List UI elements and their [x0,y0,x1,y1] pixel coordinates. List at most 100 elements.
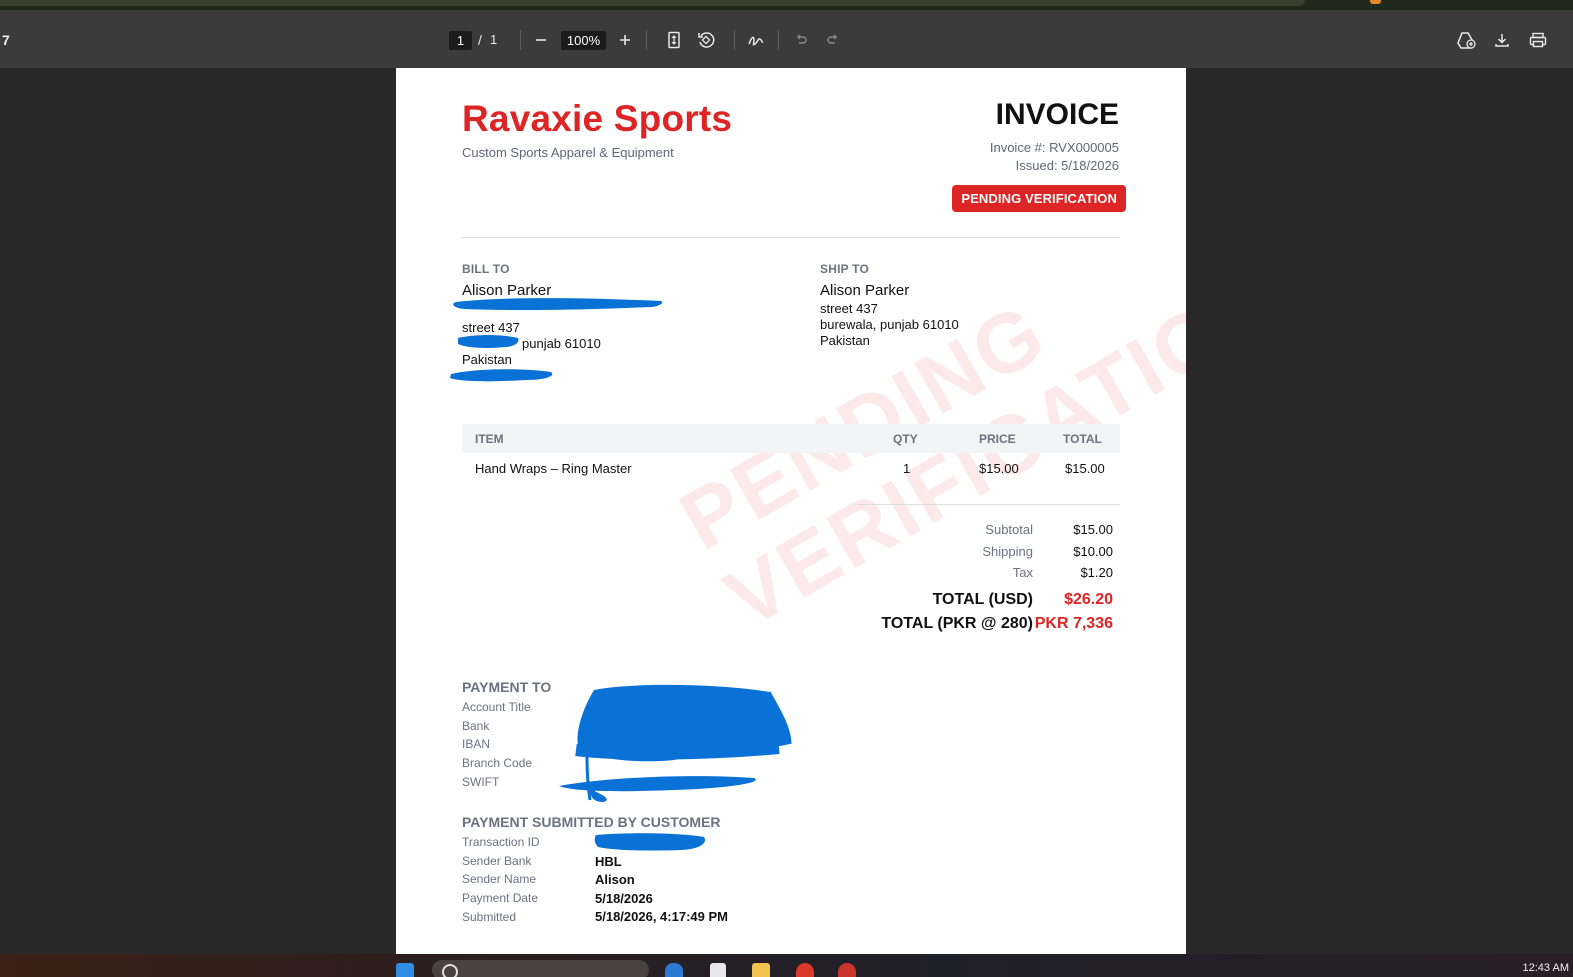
redo-button[interactable] [821,27,845,53]
submitted-value-payment-date: 5/18/2026 [595,891,653,906]
taskbar-clock: 12:43 AM [1522,962,1569,974]
zoom-out-button[interactable] [529,27,553,53]
invoice-title: INVOICE [995,98,1119,131]
bill-to-city: punjab 61010 [522,336,601,351]
col-header-price: PRICE [979,432,1016,446]
ship-to-label: SHIP TO [820,262,869,276]
tab-strip [0,0,1305,6]
draw-button[interactable] [744,27,768,53]
totals-divider [858,504,1120,505]
draw-icon [748,36,764,46]
print-button[interactable] [1526,27,1550,53]
add-to-drive-icon [1457,32,1476,49]
shipping-value: $10.00 [1073,544,1113,559]
invoice-issued-date: Issued: 5/18/2026 [1015,158,1119,173]
row-qty: 1 [903,461,911,476]
items-table-header: ITEM QTY PRICE TOTAL [462,424,1120,453]
total-pkr-value: PKR 7,336 [1034,615,1113,632]
submitted-value-sender-bank: HBL [595,854,622,869]
zoom-in-icon [620,35,630,45]
total-usd-value: $26.20 [1064,591,1113,608]
col-header-item: ITEM [475,432,504,446]
taskbar: 12:43 AM [0,954,1573,977]
ship-to-street: street 437 [820,301,878,316]
tax-value: $1.20 [1080,565,1113,580]
undo-button[interactable] [789,27,813,53]
col-header-qty: QTY [893,432,918,446]
payment-field-swift: SWIFT [462,775,500,789]
fit-page-button[interactable] [662,27,686,53]
download-icon [1495,34,1509,47]
notepad-icon[interactable] [710,963,726,977]
tax-label: Tax [1012,565,1033,580]
submitted-key-payment-date: Payment Date [462,891,539,905]
tab-indicator [1370,0,1381,4]
subtotal-value: $15.00 [1073,522,1113,537]
chrome-icon[interactable] [796,963,814,977]
fit-page-icon [668,31,680,49]
status-badge: PENDING VERIFICATION [952,185,1126,212]
rotate-button[interactable] [694,27,718,53]
zoom-level-input[interactable]: 100% [561,31,606,50]
bill-to-country: Pakistan [462,352,512,367]
taskbar-search[interactable] [432,960,649,977]
add-to-drive-button[interactable] [1454,27,1478,53]
file-explorer-icon[interactable] [752,963,770,977]
zoom-out-icon [536,39,546,41]
redaction-payment-details [559,684,792,802]
rotate-icon [698,32,715,48]
toolbar-title-fragment: 7 [2,32,10,48]
chrome-profile-icon[interactable] [838,963,856,977]
edge-icon[interactable] [665,963,683,977]
invoice-number: Invoice #: RVX000005 [989,140,1119,155]
bill-to-label: BILL TO [462,262,510,276]
page-number-input[interactable]: 1 [449,31,472,50]
page-separator: / [478,32,482,48]
pdf-toolbar: 7 1 / 1 100% [0,10,1573,68]
row-item: Hand Wraps – Ring Master [475,461,632,476]
company-name: Ravaxie Sports [462,98,733,139]
undo-icon [797,34,807,44]
submitted-value-sender-name: Alison [595,872,635,887]
payment-field-branch-code: Branch Code [462,756,533,770]
submitted-key-transaction-id: Transaction ID [462,835,540,849]
submitted-key-submitted: Submitted [462,910,517,924]
company-tagline: Custom Sports Apparel & Equipment [462,145,674,160]
download-button[interactable] [1490,27,1514,53]
shipping-label: Shipping [982,544,1033,559]
payment-submitted-heading: PAYMENT SUBMITTED BY CUSTOMER [462,814,721,830]
ship-to-name: Alison Parker [820,282,910,299]
row-price: $15.00 [979,461,1019,476]
zoom-in-button[interactable] [613,27,637,53]
payment-field-bank: Bank [462,719,490,733]
ship-to-country: Pakistan [820,333,870,348]
payment-field-iban: IBAN [462,737,491,751]
toolbar-divider [520,30,521,50]
search-icon [442,964,458,977]
print-icon [1529,32,1547,48]
bill-to-street: street 437 [462,320,520,335]
toolbar-divider [646,30,647,50]
start-icon[interactable] [396,963,414,977]
invoice-page: PENDING VERIFICATION Ravaxie Sports Cust… [396,68,1186,954]
page-total: 1 [490,32,498,47]
submitted-key-sender-bank: Sender Bank [462,854,532,868]
toolbar-divider [734,30,735,50]
redaction-transaction-id [594,833,706,851]
payment-to-heading: PAYMENT TO [462,679,552,695]
total-usd-label: TOTAL (USD) [932,591,1033,608]
toolbar-divider [778,30,779,50]
row-total: $15.00 [1065,461,1105,476]
subtotal-label: Subtotal [985,522,1033,537]
submitted-value-submitted: 5/18/2026, 4:17:49 PM [595,909,728,924]
bill-to-name: Alison Parker [462,282,552,299]
watermark-line-1: PENDING [665,284,1062,568]
header-divider [462,237,1120,238]
redo-icon [827,34,837,44]
browser-top-strip [0,0,1573,10]
pdf-viewer-area[interactable]: PENDING VERIFICATION Ravaxie Sports Cust… [0,68,1573,954]
total-pkr-label: TOTAL (PKR @ 280) [881,615,1033,632]
ship-to-city: burewala, punjab 61010 [820,317,959,332]
payment-field-account-title: Account Title [462,700,531,714]
col-header-total: TOTAL [1063,432,1102,446]
